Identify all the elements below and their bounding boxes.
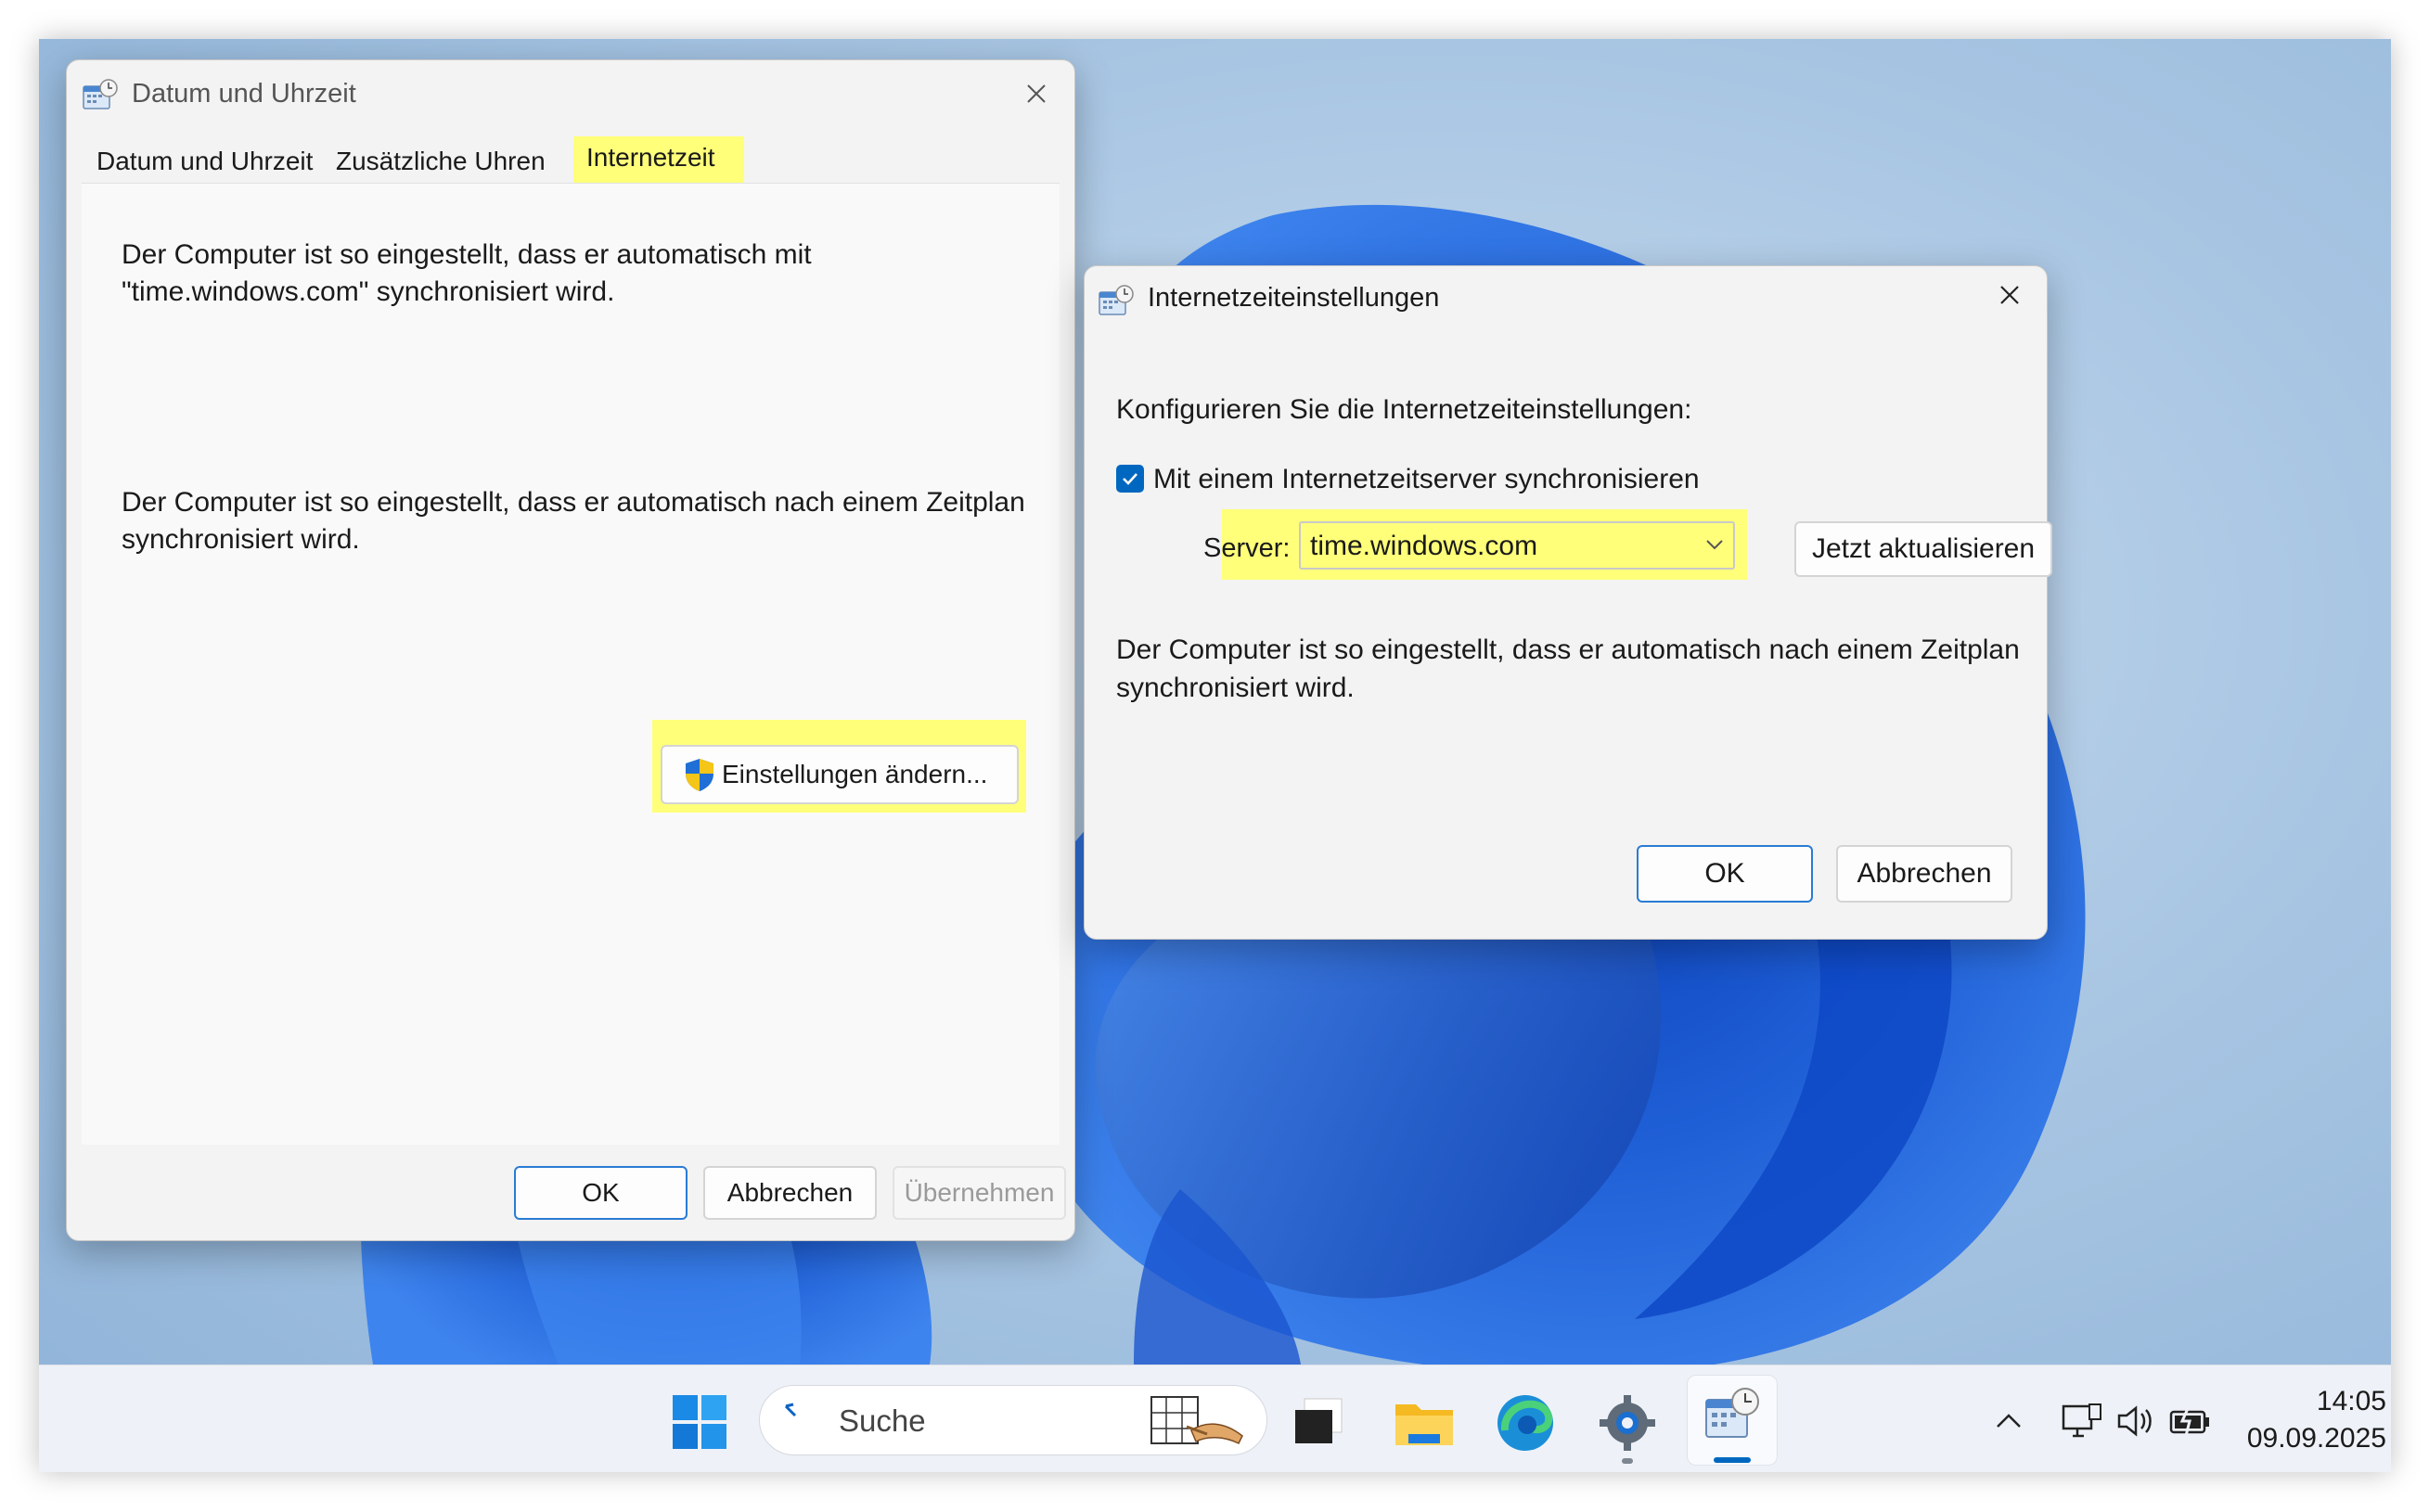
change-settings-label: Einstellungen ändern... bbox=[722, 760, 988, 788]
settings-gear-icon[interactable] bbox=[1598, 1393, 1657, 1453]
tab-panel bbox=[82, 183, 1060, 1145]
cancel-label: Abbrechen bbox=[1857, 858, 1992, 889]
cancel-label: Abbrechen bbox=[726, 1178, 854, 1207]
apply-button[interactable]: Übernehmen bbox=[893, 1166, 1066, 1220]
sudoku-icon bbox=[1150, 1396, 1243, 1445]
clock-date[interactable]: 09.09.2025 bbox=[2201, 1423, 2386, 1454]
tab-label: Zusätzliche Uhren bbox=[336, 147, 546, 175]
shield-icon bbox=[686, 759, 713, 791]
chevron-down-icon bbox=[1706, 540, 1723, 550]
cancel-button[interactable]: Abbrechen bbox=[703, 1166, 877, 1220]
tab-label: Datum und Uhrzeit bbox=[96, 147, 314, 175]
schedule-status-line2: synchronisiert wird. bbox=[1116, 673, 1355, 703]
ok-label: OK bbox=[582, 1178, 620, 1207]
sync-status-line1: Der Computer ist so eingestellt, dass er… bbox=[122, 239, 812, 270]
title-bar: Internetzeiteinstellungen bbox=[1085, 266, 2047, 331]
sync-checkbox[interactable] bbox=[1116, 465, 1144, 493]
title-bar: Datum und Uhrzeit bbox=[67, 60, 1074, 125]
active-app-indicator bbox=[1714, 1457, 1751, 1463]
change-settings-button[interactable]: Einstellungen ändern... bbox=[661, 745, 1019, 804]
date-time-app-icon bbox=[1705, 1388, 1759, 1438]
date-time-icon bbox=[83, 79, 118, 109]
ok-label: OK bbox=[1704, 858, 1745, 889]
settings-running-indicator bbox=[1622, 1458, 1633, 1464]
sync-status-line2: "time.windows.com" synchronisiert wird. bbox=[122, 276, 615, 307]
apply-label: Übernehmen bbox=[904, 1178, 1055, 1207]
volume-icon[interactable] bbox=[2115, 1404, 2156, 1438]
tab-additional-clocks[interactable]: Zusätzliche Uhren bbox=[321, 140, 560, 183]
schedule-status-line2: synchronisiert wird. bbox=[122, 524, 360, 555]
update-now-label: Jetzt aktualisieren bbox=[1811, 533, 2036, 564]
tab-bar: Datum und Uhrzeit Zusätzliche Uhren Inte… bbox=[82, 136, 1056, 183]
dialog-title: Internetzeiteinstellungen bbox=[1148, 283, 1440, 313]
internet-time-settings-dialog: Internetzeiteinstellungen Konfigurieren … bbox=[1084, 265, 2052, 940]
tab-date-time[interactable]: Datum und Uhrzeit bbox=[82, 140, 328, 183]
windows-start-icon[interactable] bbox=[673, 1395, 726, 1449]
schedule-status-line1: Der Computer ist so eingestellt, dass er… bbox=[1116, 634, 2020, 665]
taskbar: Suche 14:05 09.09.2025 bbox=[39, 1365, 2391, 1472]
configure-label: Konfigurieren Sie die Internetzeiteinste… bbox=[1116, 394, 1692, 425]
server-label: Server: bbox=[1203, 533, 1291, 563]
date-time-window: Datum und Uhrzeit Datum und Uhrzeit Zusä… bbox=[66, 59, 1075, 1241]
close-button[interactable] bbox=[1988, 274, 2031, 316]
close-icon bbox=[1027, 84, 1046, 103]
file-explorer-icon[interactable] bbox=[1394, 1399, 1455, 1449]
ok-button[interactable]: OK bbox=[514, 1166, 688, 1220]
date-time-icon bbox=[1099, 285, 1134, 315]
network-icon[interactable] bbox=[2062, 1403, 2102, 1440]
search-box[interactable]: Suche bbox=[759, 1385, 1267, 1455]
edge-browser-icon[interactable] bbox=[1496, 1393, 1555, 1453]
cancel-button[interactable]: Abbrechen bbox=[1836, 845, 2012, 903]
date-time-app-button[interactable] bbox=[1687, 1375, 1778, 1466]
sync-checkbox-label[interactable]: Mit einem Internetzeitserver synchronisi… bbox=[1153, 460, 1700, 498]
chevron-up-icon[interactable] bbox=[1995, 1412, 2023, 1430]
close-icon bbox=[2000, 286, 2019, 304]
clock-time[interactable]: 14:05 bbox=[2247, 1386, 2386, 1417]
server-value: time.windows.com bbox=[1310, 531, 1538, 561]
tab-label: Internetzeit bbox=[586, 143, 715, 172]
search-icon bbox=[784, 1403, 797, 1417]
search-placeholder: Suche bbox=[839, 1403, 926, 1438]
tab-internet-time[interactable]: Internetzeit bbox=[573, 136, 728, 179]
schedule-status-line1: Der Computer ist so eingestellt, dass er… bbox=[122, 487, 1025, 518]
close-button[interactable] bbox=[1015, 71, 1058, 114]
desktop: Datum und Uhrzeit Datum und Uhrzeit Zusä… bbox=[39, 39, 2391, 1472]
window-title: Datum und Uhrzeit bbox=[132, 79, 356, 109]
checkmark-icon bbox=[1123, 473, 1137, 485]
update-now-button[interactable]: Jetzt aktualisieren bbox=[1794, 521, 2052, 577]
ok-button[interactable]: OK bbox=[1637, 845, 1813, 903]
task-view-icon[interactable] bbox=[1292, 1397, 1345, 1447]
server-combobox[interactable]: time.windows.com bbox=[1299, 521, 1735, 570]
